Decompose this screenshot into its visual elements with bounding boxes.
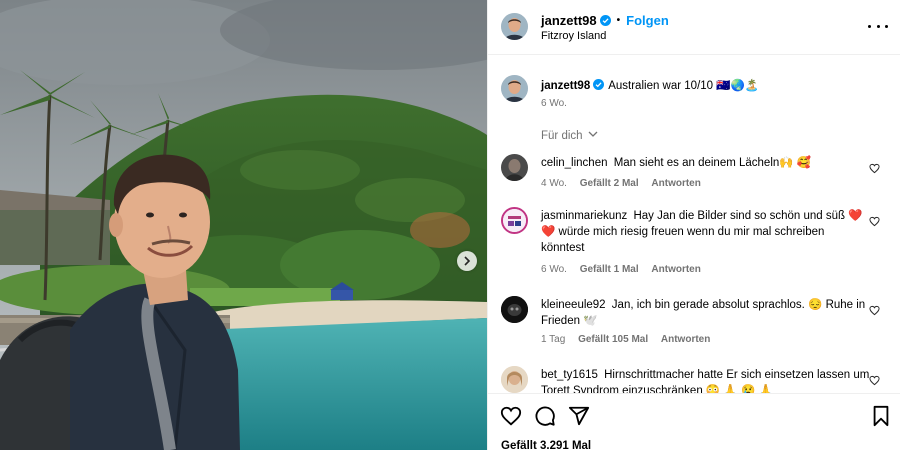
comment-username[interactable]: jasminmariekunz xyxy=(541,210,627,222)
comment-username[interactable]: bet_ty1615 xyxy=(541,369,598,381)
caption-text: janzett98 Australien war 10/10 🇦🇺🌏🏝️ xyxy=(541,78,871,94)
avatar-image xyxy=(503,209,526,232)
chevron-down-icon xyxy=(588,131,598,137)
caption-time[interactable]: 6 Wo. xyxy=(541,98,567,109)
sort-label: Für dich xyxy=(541,130,583,142)
comment-body: Man sieht es an deinem Lächeln🙌 🥰 xyxy=(613,157,812,169)
heart-icon[interactable] xyxy=(869,375,880,386)
heart-icon[interactable] xyxy=(869,305,880,316)
author-avatar[interactable] xyxy=(501,13,528,40)
comment-time[interactable]: 4 Wo. xyxy=(541,178,567,189)
carousel-next-button[interactable] xyxy=(457,251,477,271)
heart-icon[interactable] xyxy=(500,405,522,427)
caption-meta: 6 Wo. xyxy=(541,98,577,109)
more-options-icon[interactable] xyxy=(868,18,888,34)
comment-sort-dropdown[interactable]: Für dich xyxy=(541,130,598,142)
comment-meta: 1 Tag Gefällt 105 Mal Antworten xyxy=(541,334,720,345)
avatar-image xyxy=(501,296,528,323)
post-sidebar: janzett98 • Folgen Fitzroy Island janzet… xyxy=(487,0,900,450)
likes-count[interactable]: Gefällt 3.291 Mal xyxy=(501,440,591,450)
header-user-line: janzett98 • Folgen xyxy=(541,13,669,28)
caption-avatar[interactable] xyxy=(501,75,528,102)
reply-button[interactable]: Antworten xyxy=(661,334,710,345)
post-location[interactable]: Fitzroy Island xyxy=(541,30,606,42)
avatar-image xyxy=(501,366,528,393)
chevron-right-icon xyxy=(464,256,471,266)
instagram-post-view: janzett98 • Folgen Fitzroy Island janzet… xyxy=(0,0,900,450)
comment-meta: 6 Wo. Gefällt 1 Mal Antworten xyxy=(541,264,711,275)
reply-button[interactable]: Antworten xyxy=(651,264,700,275)
comment-avatar[interactable] xyxy=(501,207,528,234)
photo-image xyxy=(0,0,487,450)
heart-icon[interactable] xyxy=(869,216,880,227)
verified-badge-icon xyxy=(593,79,605,90)
comment-time[interactable]: 1 Tag xyxy=(541,334,565,345)
verified-badge-icon xyxy=(599,15,611,26)
heart-icon[interactable] xyxy=(869,163,880,174)
comment-likes[interactable]: Gefällt 105 Mal xyxy=(578,334,648,345)
comment-avatar[interactable] xyxy=(501,296,528,323)
avatar-image xyxy=(501,75,528,102)
comment-likes[interactable]: Gefällt 1 Mal xyxy=(580,264,639,275)
comment-username[interactable]: celin_linchen xyxy=(541,157,608,169)
caption-username[interactable]: janzett98 xyxy=(541,80,590,92)
comment-time[interactable]: 6 Wo. xyxy=(541,264,567,275)
comment-username[interactable]: kleineeule92 xyxy=(541,299,606,311)
comment-meta: 4 Wo. Gefällt 2 Mal Antworten xyxy=(541,178,711,189)
comment-likes[interactable]: Gefällt 2 Mal xyxy=(580,178,639,189)
comment-text: celin_linchen Man sieht es an deinem Läc… xyxy=(541,155,871,171)
post-actions-bar: Gefällt 3.291 Mal xyxy=(488,393,900,450)
caption-body: Australien war 10/10 🇦🇺🌏🏝️ xyxy=(608,80,760,92)
follow-button[interactable]: Folgen xyxy=(626,13,669,28)
comment-text: bet_ty1615 Hirnschrittmacher hatte Er si… xyxy=(541,367,871,393)
reply-button[interactable]: Antworten xyxy=(651,178,700,189)
comments-list[interactable]: janzett98 Australien war 10/10 🇦🇺🌏🏝️ 6 Wo… xyxy=(488,56,900,393)
comment-text: kleineeule92 Jan, ich bin gerade absolut… xyxy=(541,297,871,329)
comment-avatar[interactable] xyxy=(501,154,528,181)
post-header: janzett98 • Folgen Fitzroy Island xyxy=(488,0,900,55)
avatar-image xyxy=(501,13,528,40)
share-icon[interactable] xyxy=(568,405,590,427)
comment-text: jasminmariekunz Hay Jan die Bilder sind … xyxy=(541,208,871,256)
post-photo[interactable] xyxy=(0,0,487,450)
comment-icon[interactable] xyxy=(534,405,556,427)
comment-avatar[interactable] xyxy=(501,366,528,393)
bookmark-icon[interactable] xyxy=(870,405,892,427)
separator-dot: • xyxy=(616,15,621,26)
author-username[interactable]: janzett98 xyxy=(541,13,597,28)
avatar-image xyxy=(501,154,528,181)
